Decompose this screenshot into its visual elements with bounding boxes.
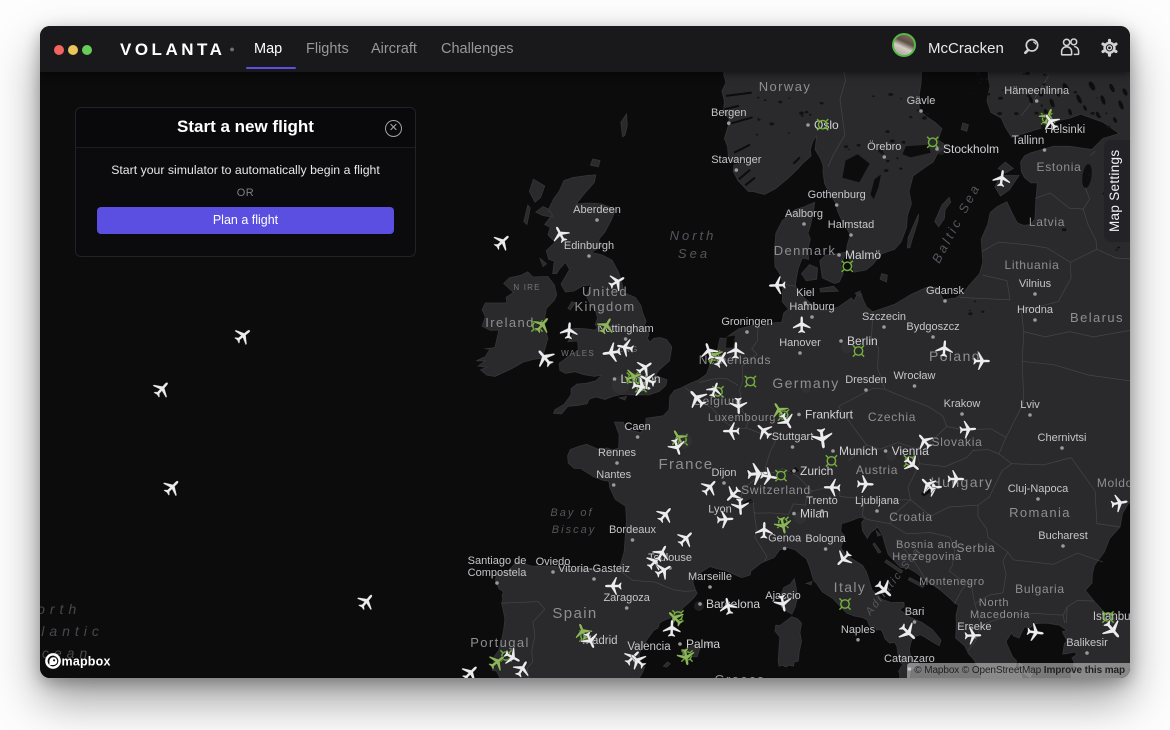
svg-text:Marseille: Marseille [688,571,732,583]
svg-text:Gothenburg: Gothenburg [808,189,866,201]
svg-text:Palma: Palma [686,637,720,651]
svg-text:Stavanger: Stavanger [711,154,761,166]
svg-text:North: North [670,228,717,243]
svg-text:Zurich: Zurich [800,464,833,478]
svg-text:Atlantic: Atlantic [40,623,104,639]
svg-text:Aberdeen: Aberdeen [573,204,621,216]
svg-text:Bucharest: Bucharest [1038,530,1088,542]
svg-text:Hamburg: Hamburg [789,301,834,313]
svg-text:Zaragoza: Zaragoza [603,592,650,604]
svg-text:Portugal: Portugal [470,635,530,650]
svg-text:Tallinn: Tallinn [1012,135,1045,147]
svg-text:Bergen: Bergen [711,107,746,119]
svg-text:Bay of: Bay of [550,507,593,519]
svg-text:Vilnius: Vilnius [1019,278,1052,290]
svg-text:Trento: Trento [806,495,837,507]
svg-text:Kingdom: Kingdom [574,299,635,314]
svg-text:Erseke: Erseke [957,621,991,633]
svg-text:Serbia: Serbia [957,541,996,555]
svg-text:Greece: Greece [714,672,765,678]
svg-text:Krakow: Krakow [944,398,981,410]
svg-text:Santiago de: Santiago de [468,555,527,567]
svg-text:Romania: Romania [1009,505,1071,520]
svg-text:Dresden: Dresden [845,374,887,386]
svg-text:Barcelona: Barcelona [706,597,760,611]
svg-text:Compostela: Compostela [468,567,528,579]
svg-text:Ljubljana: Ljubljana [855,495,900,507]
svg-text:Hanover: Hanover [779,337,821,349]
svg-text:Nantes: Nantes [596,469,631,481]
svg-text:France: France [658,456,713,473]
svg-text:Montenegro: Montenegro [919,576,985,588]
svg-text:Helsinki: Helsinki [1045,124,1085,136]
svg-text:Bordeaux: Bordeaux [609,524,657,536]
svg-text:North: North [40,601,81,617]
svg-text:Czechia: Czechia [868,410,916,424]
svg-text:Balikesir: Balikesir [1066,637,1108,649]
svg-text:Aalborg: Aalborg [785,208,823,220]
svg-text:Hämeenlinna: Hämeenlinna [1004,85,1070,97]
svg-text:Biscay: Biscay [552,524,596,536]
svg-text:Lviv: Lviv [1020,399,1040,411]
svg-text:Wrocław: Wrocław [894,370,936,382]
svg-text:Sea: Sea [678,246,710,261]
svg-text:Switzerland: Switzerland [741,483,811,497]
svg-text:Kiel: Kiel [796,287,814,299]
svg-text:Chernivtsi: Chernivtsi [1038,432,1087,444]
svg-text:North: North [979,597,1009,609]
svg-text:Croatia: Croatia [889,510,933,524]
svg-text:Belarus: Belarus [1070,310,1124,325]
svg-text:Szczecin: Szczecin [862,311,906,323]
svg-text:Valencia: Valencia [627,641,671,653]
svg-text:Macedonia: Macedonia [970,609,1030,621]
svg-text:Lyon: Lyon [708,504,731,516]
svg-text:United: United [582,284,628,299]
svg-text:Milan: Milan [800,507,829,521]
svg-text:Caen: Caen [624,421,650,433]
svg-text:Gävle: Gävle [907,95,936,107]
svg-text:Latvia: Latvia [1029,215,1065,229]
svg-text:Groningen: Groningen [721,316,772,328]
svg-text:mapbox: mapbox [62,655,111,669]
svg-text:N IRE: N IRE [513,283,540,292]
svg-text:Vitoria-Gasteiz: Vitoria-Gasteiz [558,563,630,575]
svg-text:Bulgaria: Bulgaria [1015,582,1065,596]
svg-text:Stockholm: Stockholm [943,142,999,156]
svg-text:Spain: Spain [552,605,597,622]
svg-text:Bosnia and: Bosnia and [896,539,958,551]
svg-text:Stuttgart: Stuttgart [772,431,814,443]
svg-text:Malmö: Malmö [845,248,881,262]
svg-text:Norway: Norway [759,79,811,94]
svg-text:Hrodna: Hrodna [1017,304,1054,316]
svg-text:Bari: Bari [905,606,925,618]
svg-text:Halmstad: Halmstad [828,219,874,231]
svg-text:Herzegovina: Herzegovina [892,551,962,563]
svg-text:Bologna: Bologna [805,533,846,545]
svg-text:Munich: Munich [839,444,878,458]
svg-text:Rennes: Rennes [598,447,636,459]
svg-text:WALES: WALES [561,349,595,358]
svg-text:Germany: Germany [772,375,839,391]
svg-text:Edinburgh: Edinburgh [564,240,614,252]
svg-text:Vienna: Vienna [892,444,929,458]
svg-text:Gdansk: Gdansk [926,285,964,297]
svg-text:Lithuania: Lithuania [1004,258,1059,272]
svg-text:Ireland: Ireland [485,315,535,330]
svg-text:Bydgoszcz: Bydgoszcz [906,321,959,333]
svg-text:Frankfurt: Frankfurt [805,408,854,422]
svg-text:Berlin: Berlin [847,334,878,348]
svg-text:Dijon: Dijon [711,467,736,479]
svg-text:Luxembourg: Luxembourg [708,412,776,424]
svg-text:Örebro: Örebro [867,141,901,153]
svg-text:Italy: Italy [834,579,867,595]
svg-text:Naples: Naples [841,624,876,636]
svg-text:Estonia: Estonia [1037,160,1082,174]
svg-text:Slovakia: Slovakia [932,435,983,449]
svg-text:Denmark: Denmark [774,243,837,258]
svg-text:Cluj-Napoca: Cluj-Napoca [1008,483,1069,495]
svg-text:Moldova: Moldova [1097,476,1130,490]
